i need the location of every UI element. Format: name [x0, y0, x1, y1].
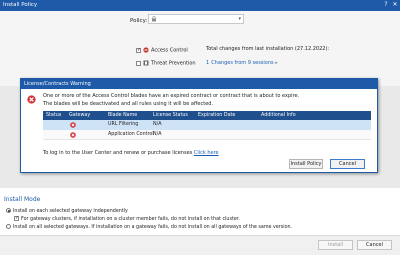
radio-all-gateways[interactable]	[6, 224, 11, 229]
threat-prevention-checkbox[interactable]	[136, 60, 141, 66]
error-icon	[27, 95, 36, 104]
install-button[interactable]: Install	[318, 240, 353, 250]
footer-bar: Install Cancel	[0, 235, 400, 255]
policy-select[interactable]: ▾	[148, 14, 244, 24]
blade-access-control[interactable]: Access Control	[136, 47, 188, 54]
user-center-text: To log in to the User Center and renew o…	[43, 150, 219, 156]
policy-value	[159, 16, 219, 22]
chevron-down-icon: ▾	[238, 16, 241, 22]
window-title: Install Policy	[3, 2, 38, 8]
col-blade-name: Blade Name	[108, 113, 138, 118]
help-icon[interactable]: ?	[382, 1, 390, 9]
changes-summary: Total changes from last installation (27…	[206, 46, 330, 52]
col-status: Status	[46, 113, 62, 118]
access-control-label: Access Control	[151, 47, 188, 54]
close-icon[interactable]: ✕	[391, 1, 399, 9]
license-table: Status Gateway Blade Name License Status…	[43, 111, 371, 140]
col-expiration-date: Expiration Date	[198, 113, 236, 118]
table-row[interactable]: Application Control N/A	[43, 130, 371, 140]
license-status-cell: N/A	[153, 132, 162, 137]
error-icon	[70, 122, 76, 128]
cluster-checkbox[interactable]	[14, 215, 19, 221]
col-license-status: License Status	[153, 113, 188, 118]
table-row[interactable]: URL Filtering N/A	[43, 120, 371, 130]
user-center-link[interactable]: Click here	[194, 150, 219, 156]
dialog-title: License/Contracts Warning	[21, 79, 377, 89]
threat-prevention-icon	[143, 60, 149, 66]
policy-icon	[152, 16, 156, 22]
changes-link[interactable]: 1 Changes from 9 sessions ▸	[206, 60, 278, 66]
policy-label: Policy:	[130, 18, 148, 24]
install-mode-heading: Install Mode	[4, 196, 41, 203]
radio-independent[interactable]	[6, 208, 11, 213]
dialog-cancel-button[interactable]: Cancel	[330, 159, 365, 169]
install-mode-option-all[interactable]: Install on all selected gateways. If ins…	[6, 224, 292, 230]
col-gateway: Gateway	[69, 113, 91, 118]
col-additional-info: Additional Info	[261, 113, 296, 118]
threat-prevention-label: Threat Prevention	[151, 60, 196, 67]
access-control-checkbox[interactable]	[136, 47, 141, 53]
error-icon	[70, 132, 76, 138]
cluster-option[interactable]: For gateway clusters, if installation on…	[14, 215, 240, 222]
access-control-icon	[143, 47, 149, 53]
install-policy-button[interactable]: Install Policy	[289, 159, 323, 169]
warning-message-line2: The blades will be deactivated and all r…	[43, 101, 214, 107]
license-warning-dialog: License/Contracts Warning One or more of…	[20, 78, 378, 173]
window-titlebar: Install Policy ? ✕	[0, 0, 400, 11]
blade-name-cell: Application Control	[108, 132, 154, 137]
warning-message-line1: One or more of the Access Control blades…	[43, 93, 300, 99]
blade-name-cell: URL Filtering	[108, 122, 139, 127]
blade-threat-prevention[interactable]: Threat Prevention	[136, 60, 196, 67]
cancel-button[interactable]: Cancel	[357, 240, 392, 250]
more-icon: ▸	[275, 60, 278, 66]
table-header: Status Gateway Blade Name License Status…	[43, 111, 371, 120]
install-mode-option-independent[interactable]: Install on each selected gateway indepen…	[6, 208, 128, 214]
license-status-cell: N/A	[153, 122, 162, 127]
